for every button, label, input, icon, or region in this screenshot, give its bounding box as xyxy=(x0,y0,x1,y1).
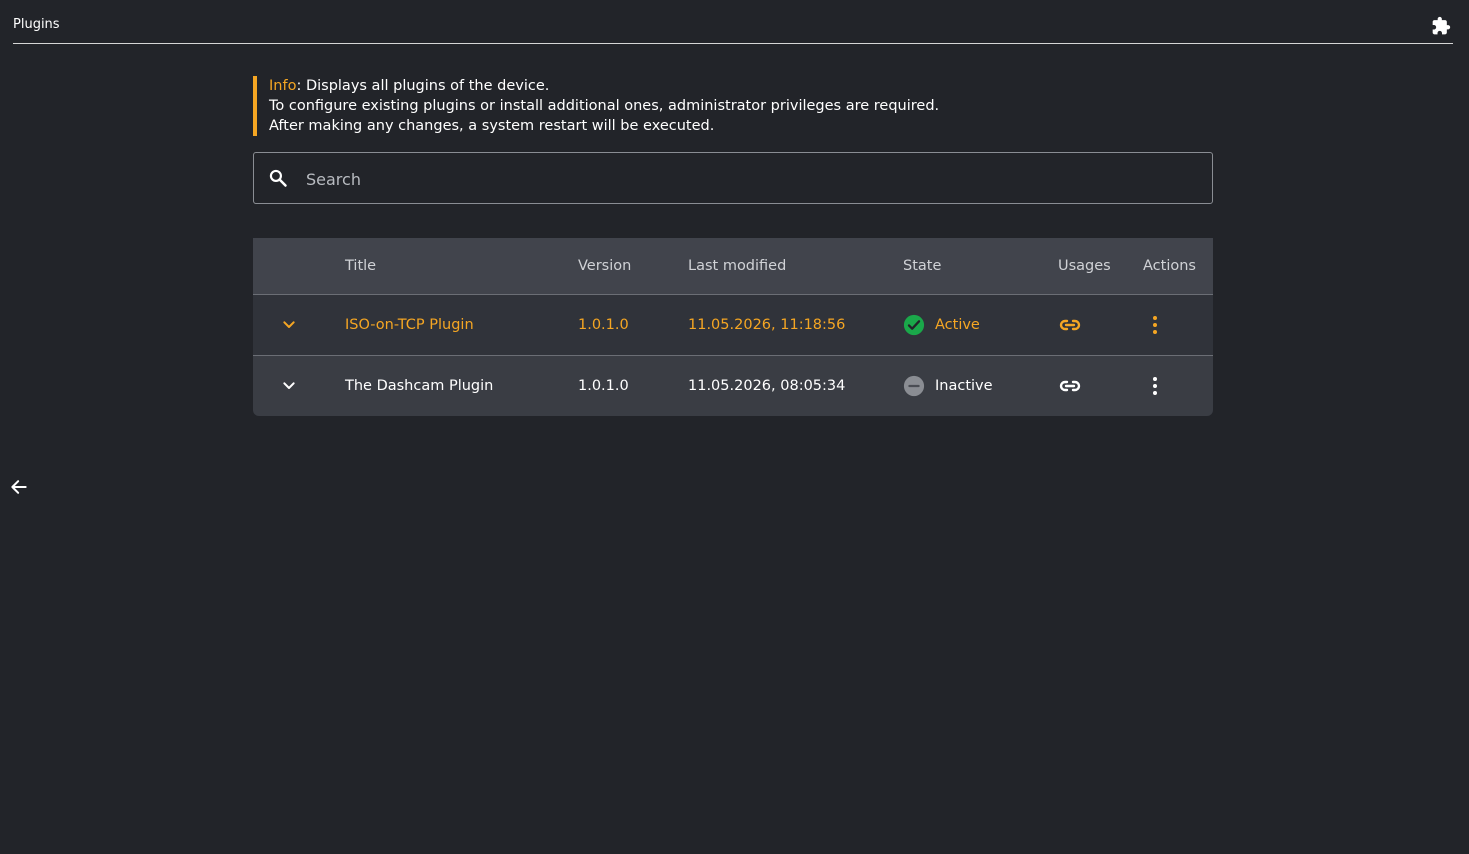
expand-row-button[interactable] xyxy=(281,356,303,416)
plugin-version: 1.0.1.0 xyxy=(578,378,629,394)
column-last-modified[interactable]: Last modified xyxy=(688,238,786,294)
table-header: Title Version Last modified State Usages… xyxy=(253,238,1213,295)
page-title: Plugins xyxy=(13,17,60,32)
puzzle-icon[interactable] xyxy=(1431,16,1451,36)
plugin-last-modified: 11.05.2026, 11:18:56 xyxy=(688,317,846,333)
table-row[interactable]: The Dashcam Plugin 1.0.1.0 11.05.2026, 0… xyxy=(253,356,1213,416)
plugin-version: 1.0.1.0 xyxy=(578,317,629,333)
actions-menu-button[interactable] xyxy=(1143,295,1167,355)
info-box: Info: Displays all plugins of the device… xyxy=(253,76,939,136)
plugin-title: The Dashcam Plugin xyxy=(345,378,494,394)
info-line-3: After making any changes, a system resta… xyxy=(269,118,715,134)
chevron-down-icon xyxy=(283,382,295,389)
link-icon xyxy=(1059,380,1081,392)
plugin-state: Inactive xyxy=(903,356,993,416)
search-box[interactable] xyxy=(253,152,1213,204)
column-usages: Usages xyxy=(1058,258,1111,274)
column-version[interactable]: Version xyxy=(578,238,631,294)
plugin-title: ISO-on-TCP Plugin xyxy=(345,317,474,333)
plugin-state-label: Active xyxy=(935,317,980,333)
search-icon xyxy=(269,169,287,187)
usages-button[interactable] xyxy=(1058,356,1082,416)
info-text-1: : Displays all plugins of the device. xyxy=(296,78,550,94)
usages-button[interactable] xyxy=(1058,295,1082,355)
table-row[interactable]: ISO-on-TCP Plugin 1.0.1.0 11.05.2026, 11… xyxy=(253,295,1213,356)
more-vertical-icon xyxy=(1153,377,1157,395)
top-bar: Plugins xyxy=(13,0,1453,44)
more-vertical-icon xyxy=(1153,316,1157,334)
back-arrow-icon[interactable] xyxy=(9,477,29,497)
info-line-1: Info: Displays all plugins of the device… xyxy=(269,76,939,96)
expand-row-button[interactable] xyxy=(281,295,303,355)
info-line-2: To configure existing plugins or install… xyxy=(269,98,940,114)
info-label: Info xyxy=(269,78,297,94)
plugin-state-label: Inactive xyxy=(935,378,993,394)
column-actions: Actions xyxy=(1143,258,1196,274)
minus-circle-icon xyxy=(903,375,925,397)
plugin-last-modified: 11.05.2026, 08:05:34 xyxy=(688,378,846,394)
check-circle-icon xyxy=(903,314,925,336)
chevron-down-icon xyxy=(283,321,295,328)
search-input[interactable] xyxy=(304,163,1188,195)
column-title[interactable]: Title xyxy=(345,238,376,294)
link-icon xyxy=(1059,319,1081,331)
actions-menu-button[interactable] xyxy=(1143,356,1167,416)
column-state[interactable]: State xyxy=(903,238,941,294)
plugins-table: Title Version Last modified State Usages… xyxy=(253,238,1213,416)
plugin-state: Active xyxy=(903,295,980,355)
